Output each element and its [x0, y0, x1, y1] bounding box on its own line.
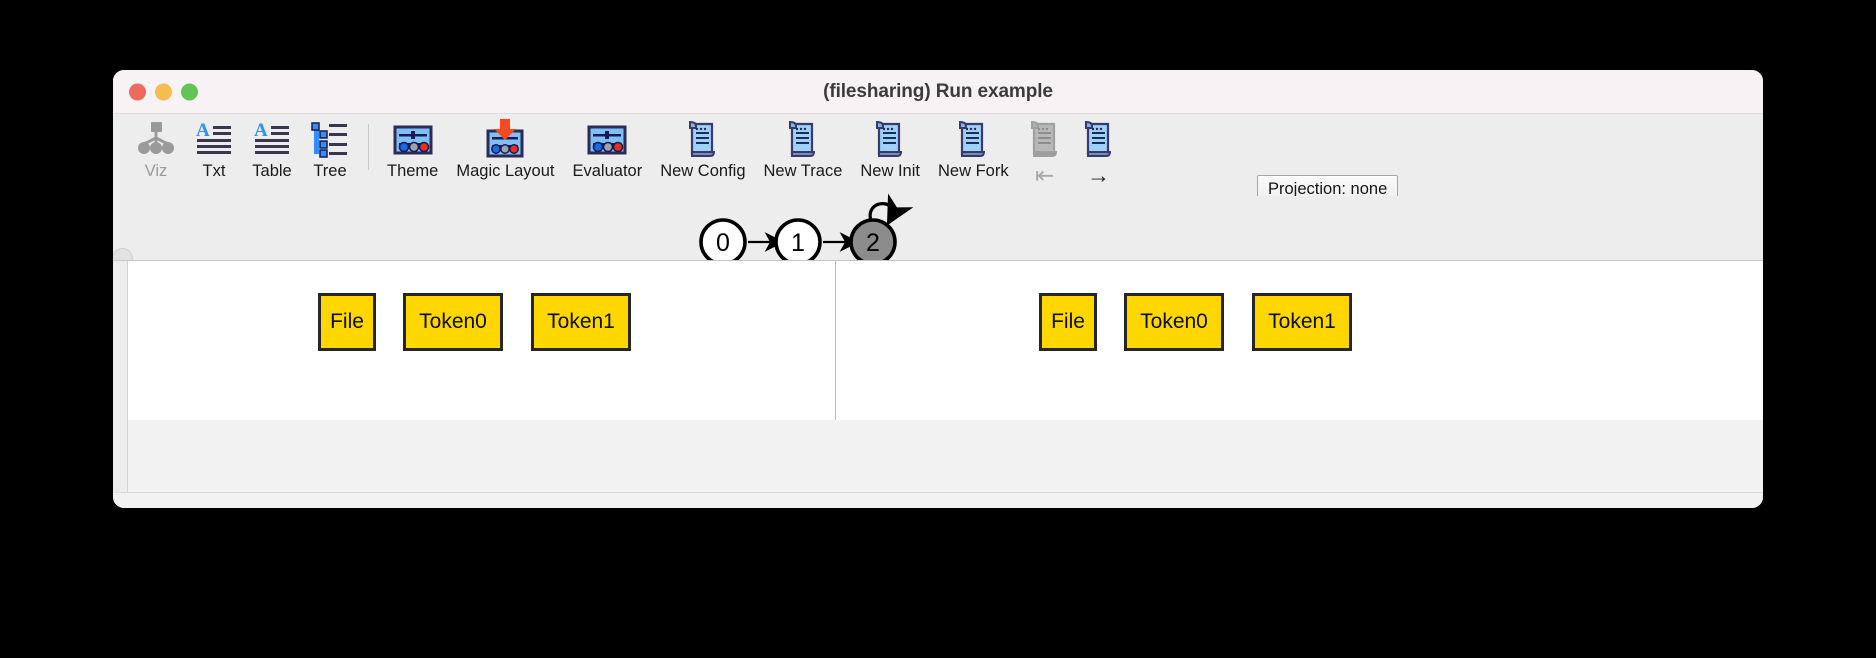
toolbar-label-new-fork: New Fork: [937, 162, 1009, 180]
text-document-icon: A: [252, 118, 292, 160]
sliders-arrow-icon: [482, 118, 528, 160]
atom-node-file-right[interactable]: File: [1039, 293, 1097, 351]
graph-tree-icon: [136, 118, 176, 160]
sliders-panel-icon: [392, 118, 434, 160]
toolbar-label-table: Table: [252, 162, 292, 180]
toolbar-label-evaluator: Evaluator: [572, 162, 643, 180]
title-bar: (filesharing) Run example: [113, 70, 1763, 114]
window-controls: [129, 83, 198, 100]
left-gutter: [113, 261, 128, 492]
atom-node-token1-right[interactable]: Token1: [1252, 293, 1352, 351]
state-node-1: 1: [774, 218, 822, 266]
toolbar-label-new-init: New Init: [860, 162, 920, 180]
svg-text:A: A: [196, 120, 210, 141]
toolbar-button-evaluator[interactable]: Evaluator: [564, 118, 652, 181]
screen: (filesharing) Run example Viz A Txt A Ta…: [0, 0, 1876, 658]
toolbar-label-magic-layout: Magic Layout: [456, 162, 555, 180]
right-state-panel[interactable]: File Token0 Token1: [836, 261, 1763, 420]
scroll-icon: [1081, 118, 1117, 160]
toolbar-button-magic-layout[interactable]: Magic Layout: [447, 118, 563, 181]
scroll-icon: [785, 118, 821, 160]
toolbar-button-new-init[interactable]: New Init: [851, 118, 929, 181]
toolbar-button-tree[interactable]: Tree: [301, 118, 359, 181]
toolbar-button-new-config[interactable]: New Config: [651, 118, 754, 181]
atom-node-file-left[interactable]: File: [318, 293, 376, 351]
toolbar-label-theme: Theme: [387, 162, 439, 180]
toolbar-button-theme[interactable]: Theme: [378, 118, 447, 181]
atom-node-token0-right[interactable]: Token0: [1124, 293, 1224, 351]
svg-text:0: 0: [716, 229, 730, 257]
state-graph-strip: 0 1 2: [113, 193, 1763, 269]
toolbar-label-tree: Tree: [313, 162, 347, 180]
maximize-window-button[interactable]: [181, 83, 198, 100]
text-document-icon: A: [194, 118, 234, 160]
close-window-button[interactable]: [129, 83, 146, 100]
atom-node-token1-left[interactable]: Token1: [531, 293, 631, 351]
toolbar-label-viz: Viz: [144, 162, 168, 180]
prev-state-button[interactable]: ⇤: [1018, 118, 1072, 187]
tree-list-icon: [310, 118, 350, 160]
toolbar-separator: [368, 124, 369, 170]
toolbar-button-new-fork[interactable]: New Fork: [929, 118, 1018, 181]
scroll-icon: [955, 118, 991, 160]
next-state-arrow-icon: →: [1087, 162, 1111, 188]
left-state-panel[interactable]: File Token0 Token1: [113, 261, 835, 420]
svg-text:2: 2: [866, 229, 880, 257]
atom-node-token0-left[interactable]: Token0: [403, 293, 503, 351]
scroll-icon: [685, 118, 721, 160]
toolbar-label-new-config: New Config: [660, 162, 746, 180]
prev-state-arrow-icon: ⇤: [1034, 162, 1055, 188]
app-window: (filesharing) Run example Viz A Txt A Ta…: [113, 70, 1763, 508]
state-graph[interactable]: 0 1 2: [698, 182, 948, 272]
toolbar-button-table[interactable]: A Table: [243, 118, 301, 181]
sliders-panel-icon: [586, 118, 628, 160]
window-bottom-bar: [113, 492, 1763, 508]
toolbar-button-txt[interactable]: A Txt: [185, 118, 243, 181]
toolbar-button-new-trace[interactable]: New Trace: [755, 118, 852, 181]
scroll-icon: [872, 118, 908, 160]
state-node-0: 0: [699, 218, 747, 266]
svg-text:A: A: [254, 120, 268, 141]
toolbar-button-viz[interactable]: Viz: [127, 118, 185, 181]
toolbar-label-new-trace: New Trace: [763, 162, 843, 180]
next-state-button[interactable]: →: [1072, 118, 1126, 187]
visualization-area: File Token0 Token1 File Token0 Token1: [113, 260, 1763, 420]
toolbar-label-txt: Txt: [202, 162, 226, 180]
minimize-window-button[interactable]: [155, 83, 172, 100]
state-node-2: 2: [849, 218, 897, 266]
scroll-gray-icon: [1027, 118, 1063, 160]
window-title: (filesharing) Run example: [823, 80, 1053, 102]
svg-text:1: 1: [791, 229, 805, 257]
